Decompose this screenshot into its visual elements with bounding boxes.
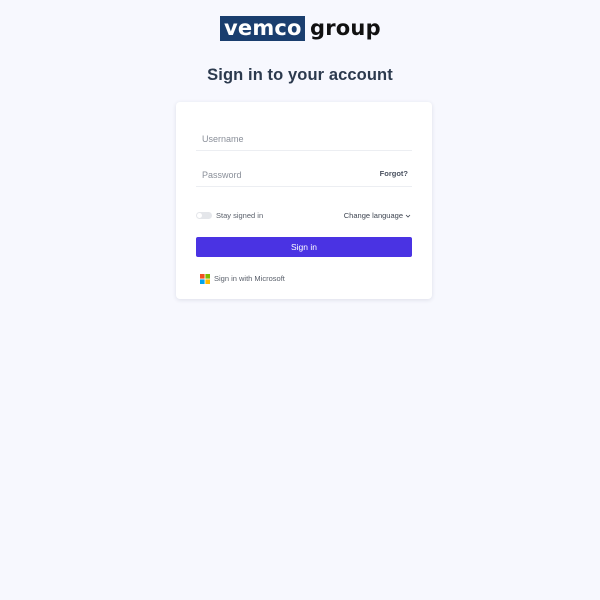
sign-in-button[interactable]: Sign in — [196, 237, 412, 257]
brand-logo: vemco group — [220, 16, 381, 41]
change-language-label: Change language — [343, 211, 403, 220]
options-row: Stay signed in Change language — [196, 210, 412, 222]
password-input[interactable] — [196, 165, 372, 185]
chevron-down-icon — [405, 214, 411, 218]
microsoft-signin-label: Sign in with Microsoft — [214, 274, 285, 283]
username-field-wrapper — [196, 129, 412, 151]
page-title: Sign in to your account — [207, 66, 393, 84]
stay-signed-in-toggle[interactable] — [196, 212, 212, 219]
password-field-wrapper: Forgot? — [196, 165, 412, 187]
username-input[interactable] — [196, 129, 372, 149]
microsoft-logo-icon — [200, 273, 210, 284]
forgot-password-link[interactable]: Forgot? — [380, 169, 408, 178]
stay-signed-in-label: Stay signed in — [216, 211, 264, 220]
logo-boxed-text: vemco — [220, 16, 305, 41]
signin-card: Forgot? Stay signed in Change language S… — [176, 102, 432, 299]
change-language-button[interactable]: Change language — [344, 211, 411, 220]
login-page: vemco group Sign in to your account Forg… — [0, 0, 600, 600]
toggle-knob — [197, 213, 202, 218]
microsoft-signin-link[interactable]: Sign in with Microsoft — [200, 273, 285, 284]
logo-word-text: group — [310, 16, 381, 40]
